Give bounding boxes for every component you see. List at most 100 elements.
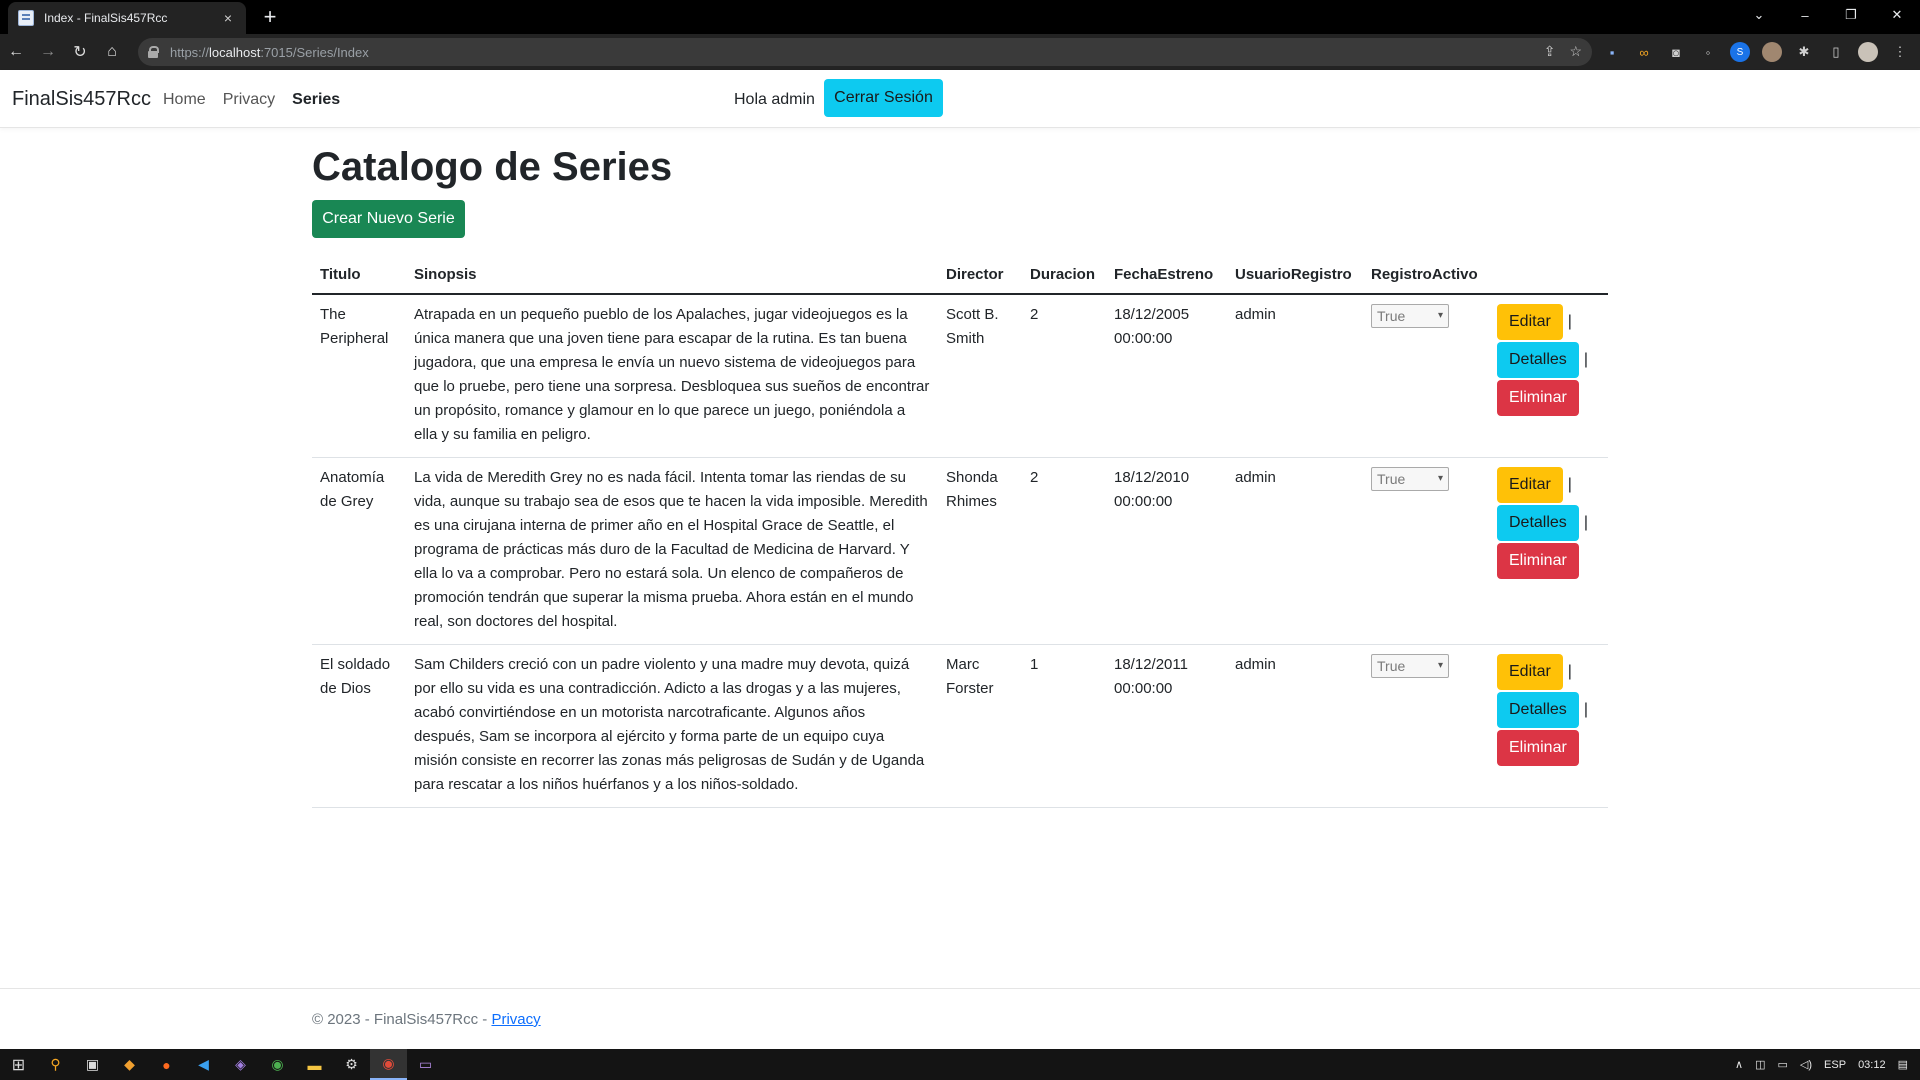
create-series-button[interactable]: Crear Nuevo Serie [312,200,465,238]
camera-extension-icon[interactable]: ◙ [1666,42,1686,62]
volume-icon[interactable]: ◁) [1800,1058,1812,1071]
action-separator: | [1567,313,1572,330]
column-header-actions [1489,260,1608,295]
select-value: True [1377,471,1406,487]
series-table: Titulo Sinopsis Director Duracion FechaE… [312,260,1608,808]
cast-extension-icon[interactable]: ◦ [1698,42,1718,62]
home-icon[interactable]: ⌂ [96,36,128,68]
edit-button[interactable]: Editar [1497,467,1563,503]
back-icon[interactable]: ← [0,36,32,68]
cell-duracion: 1 [1022,644,1106,808]
site-footer: © 2023 - FinalSis457Rcc - Privacy [0,988,1920,1048]
infinity-extension-icon[interactable]: ∞ [1634,42,1654,62]
forward-icon[interactable]: → [32,36,64,68]
windows-start-icon[interactable]: ⊞ [0,1049,37,1080]
column-header-usuario-registro: UsuarioRegistro [1227,260,1363,295]
column-header-registro-activo: RegistroActivo [1363,260,1489,295]
lock-icon[interactable] [148,46,159,58]
network-icon[interactable]: ◫ [1755,1058,1765,1071]
profile-avatar[interactable] [1858,42,1878,62]
cell-titulo: Anatomía de Grey [312,457,406,645]
cell-fecha-estreno: 18/12/2005 00:00:00 [1106,294,1227,458]
vscode-icon[interactable]: ◀ [185,1049,222,1080]
registro-activo-select[interactable]: True ▾ [1371,304,1449,328]
cell-director: Scott B. Smith [938,294,1022,458]
brand-link[interactable]: FinalSis457Rcc [12,88,151,111]
registro-activo-select[interactable]: True ▾ [1371,654,1449,678]
visual-studio-icon[interactable]: ◈ [222,1049,259,1080]
file-explorer-icon[interactable]: ▬ [296,1049,333,1080]
delete-button[interactable]: Eliminar [1497,380,1579,416]
puzzle-extensions-icon[interactable]: ✱ [1794,42,1814,62]
settings-gear-icon[interactable]: ⚙ [333,1049,370,1080]
table-header-row: Titulo Sinopsis Director Duracion FechaE… [312,260,1608,295]
notification-icon[interactable]: ▤ [1898,1058,1908,1071]
minimize-button[interactable]: – [1782,0,1828,30]
restore-button[interactable]: ❐ [1828,0,1874,30]
cell-actions: Editar | Detalles | Eliminar [1489,644,1608,808]
cell-sinopsis: Sam Childers creció con un padre violent… [406,644,938,808]
nav-series-link[interactable]: Series [292,91,340,109]
address-bar[interactable]: https://localhost:7015/Series/Index ⇪ ☆ [138,38,1592,66]
delete-button[interactable]: Eliminar [1497,730,1579,766]
menu-kebab-icon[interactable]: ⋮ [1890,42,1910,62]
extension-icon[interactable]: ▪ [1602,42,1622,62]
nav-privacy-link[interactable]: Privacy [223,91,275,109]
cell-fecha-estreno: 18/12/2011 00:00:00 [1106,644,1227,808]
column-header-titulo: Titulo [312,260,406,295]
cell-actions: Editar | Detalles | Eliminar [1489,294,1608,458]
search-icon[interactable]: ⚲ [37,1049,74,1080]
language-indicator[interactable]: ESP [1824,1059,1846,1071]
close-tab-icon[interactable]: × [220,10,236,26]
cell-usuario-registro: admin [1227,457,1363,645]
avatar-extension-icon[interactable] [1762,42,1782,62]
delete-button[interactable]: Eliminar [1497,543,1579,579]
git-app-icon[interactable]: ◆ [111,1049,148,1080]
blue-extension-icon[interactable]: S [1730,42,1750,62]
side-panel-icon[interactable]: ▯ [1826,42,1846,62]
close-window-button[interactable]: ✕ [1874,0,1920,30]
clock[interactable]: 03:12 [1858,1059,1886,1071]
nav-links: Home Privacy Series [163,91,340,109]
cell-fecha-estreno: 18/12/2010 00:00:00 [1106,457,1227,645]
chrome-icon[interactable]: ◉ [259,1049,296,1080]
task-view-icon[interactable]: ▣ [74,1049,111,1080]
details-button[interactable]: Detalles [1497,342,1579,378]
column-header-director: Director [938,260,1022,295]
window-controls: ⌄ – ❐ ✕ [1736,0,1920,34]
url-text[interactable]: https://localhost:7015/Series/Index [170,45,369,60]
chrome-active-icon[interactable]: ◉ [370,1049,407,1080]
new-tab-button[interactable]: + [256,4,284,30]
system-tray: ∧ ◫ ▭ ◁) ESP 03:12 ▤ [1735,1049,1908,1080]
footer-privacy-link[interactable]: Privacy [491,1011,540,1028]
edit-button[interactable]: Editar [1497,304,1563,340]
details-button[interactable]: Detalles [1497,505,1579,541]
registro-activo-select[interactable]: True ▾ [1371,467,1449,491]
footer-text: © 2023 - FinalSis457Rcc - Privacy [312,1011,541,1028]
page-favicon-icon [18,10,34,26]
browser-tab[interactable]: Index - FinalSis457Rcc × [8,2,246,34]
share-icon[interactable]: ⇪ [1544,43,1556,60]
logout-button[interactable]: Cerrar Sesión [824,79,943,117]
table-row: El soldado de Dios Sam Childers creció c… [312,644,1608,808]
tab-title: Index - FinalSis457Rcc [44,11,168,25]
terminal-icon[interactable]: ▭ [407,1049,444,1080]
cell-usuario-registro: admin [1227,294,1363,458]
chevron-down-icon: ▾ [1437,310,1443,321]
tray-chevron-up-icon[interactable]: ∧ [1735,1058,1743,1071]
tab-search-icon[interactable]: ⌄ [1736,0,1782,30]
select-value: True [1377,308,1406,324]
edit-button[interactable]: Editar [1497,654,1563,690]
bookmark-star-icon[interactable]: ☆ [1569,43,1582,60]
table-row: Anatomía de Grey La vida de Meredith Gre… [312,457,1608,645]
action-separator: | [1583,514,1588,531]
nav-home-link[interactable]: Home [163,91,206,109]
user-greeting: Hola admin [734,91,815,108]
reload-icon[interactable]: ↻ [64,36,96,68]
column-header-sinopsis: Sinopsis [406,260,938,295]
orange-app-icon[interactable]: ● [148,1049,185,1080]
battery-icon[interactable]: ▭ [1778,1058,1788,1071]
details-button[interactable]: Detalles [1497,692,1579,728]
os-taskbar: ⊞ ⚲ ▣ ◆ ● ◀ ◈ ◉ ▬ ⚙ ◉ ▭ ∧ ◫ ▭ ◁) ESP 03:… [0,1049,1920,1080]
cell-duracion: 2 [1022,294,1106,458]
